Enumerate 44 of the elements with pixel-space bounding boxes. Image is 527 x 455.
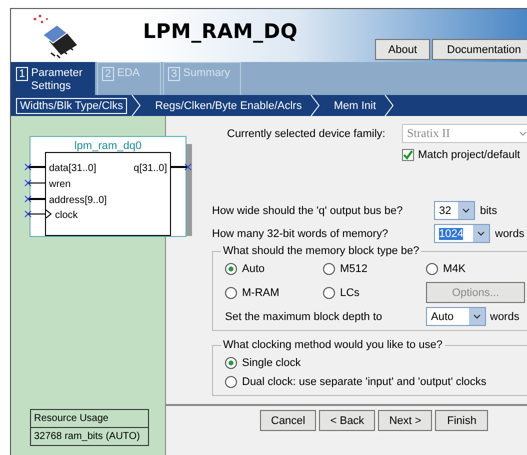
finish-button[interactable]: Finish — [435, 410, 488, 431]
radio-icon[interactable] — [323, 286, 335, 298]
table-cell: 32768 ram_bits (AUTO) — [31, 427, 148, 445]
group-title: What should the memory block type be? — [222, 245, 420, 257]
word-count-select[interactable]: 1024 — [434, 224, 490, 243]
unit-label: words — [495, 228, 524, 240]
table-header: Resource Usage — [33, 412, 110, 426]
next-button[interactable]: Next > — [378, 410, 432, 431]
radio-option[interactable]: M4K — [426, 259, 525, 278]
wizard-tab[interactable]: 1 Parameter Settings — [11, 62, 95, 95]
chevron-icon — [384, 95, 394, 116]
chevron-icon — [310, 95, 320, 116]
field-label: Currently selected device family: — [227, 128, 386, 140]
radio-icon[interactable] — [225, 376, 237, 388]
radio-icon[interactable] — [225, 286, 237, 298]
back-button[interactable]: < Back — [319, 410, 376, 431]
chevron-icon — [131, 95, 142, 116]
radio-option[interactable]: M-RAM — [225, 283, 323, 302]
field-label: How many 32-bit words of memory? — [212, 228, 390, 240]
radio-icon[interactable] — [426, 262, 438, 274]
documentation-button[interactable]: Documentation — [432, 39, 527, 60]
radio-icon[interactable] — [225, 262, 237, 274]
radio-icon[interactable] — [225, 356, 237, 368]
about-button[interactable]: About — [375, 39, 430, 60]
block-depth-select[interactable]: Auto — [426, 307, 486, 326]
radio-option[interactable]: LCs — [323, 283, 426, 302]
field-label: How wide should the 'q' output bus be? — [212, 204, 404, 216]
radio-option[interactable]: Dual clock: use separate 'input' and 'output' clocks — [225, 372, 525, 391]
unit-label: words — [490, 310, 520, 322]
step-link[interactable]: Regs/Clken/Byte Enable/Aclrs — [151, 98, 306, 114]
step-link[interactable]: Widths/Blk Type/Clks — [16, 98, 128, 114]
group-title: What clocking method would you like to use? — [222, 339, 444, 351]
unit-label: bits — [480, 204, 498, 216]
radio-option[interactable]: M512 — [323, 259, 426, 278]
radio-option[interactable]: Auto — [225, 259, 323, 278]
radio-option[interactable]: Single clock — [225, 353, 525, 372]
step-link[interactable]: Mem Init — [330, 98, 380, 114]
cancel-button[interactable]: Cancel — [260, 410, 316, 431]
wizard-title: LPM_RAM_DQ — [143, 19, 298, 43]
checkbox-icon[interactable] — [402, 149, 414, 161]
radio-icon[interactable] — [323, 262, 335, 274]
match-project-checkbox[interactable]: Match project/default — [402, 149, 520, 161]
field-label: Set the maximum block depth to — [225, 310, 384, 322]
bus-width-select[interactable]: 32 — [434, 201, 475, 220]
